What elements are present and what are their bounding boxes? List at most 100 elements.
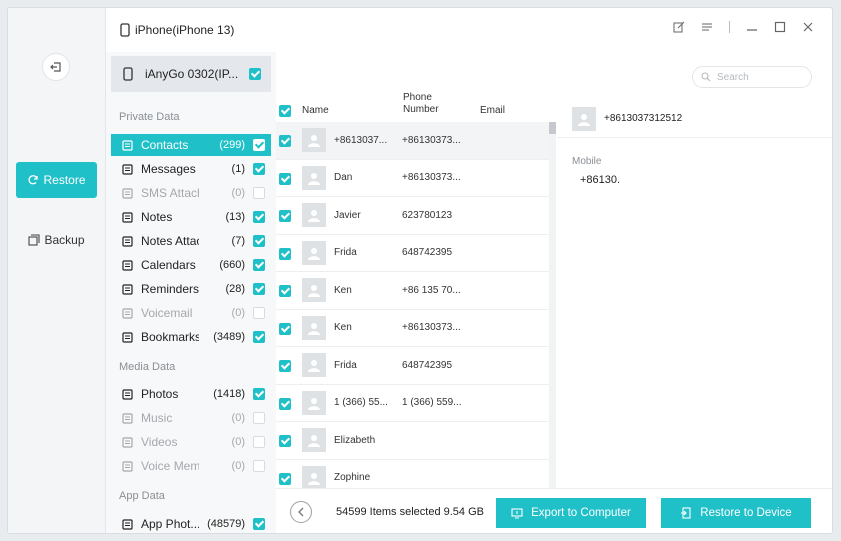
select-all-checkbox[interactable]: [279, 105, 291, 117]
row-checkbox[interactable]: [279, 472, 291, 485]
row-checkbox[interactable]: [279, 247, 291, 260]
category-checkbox[interactable]: [253, 211, 265, 223]
export-icon: [511, 508, 523, 519]
scrollbar-thumb[interactable]: [549, 122, 556, 134]
contact-row[interactable]: +8613037... +86130373...: [276, 122, 550, 160]
contact-row[interactable]: Ken +86130373...: [276, 310, 550, 347]
contact-row[interactable]: 1 (366) 55... 1 (366) 559...: [276, 385, 550, 422]
category-checkbox[interactable]: [253, 139, 265, 151]
category-item[interactable]: Messages (1): [111, 158, 271, 180]
category-checkbox[interactable]: [253, 259, 265, 271]
export-to-computer-button[interactable]: Export to Computer: [496, 498, 646, 528]
category-count: (13): [225, 211, 245, 223]
maximize-icon[interactable]: [774, 21, 786, 33]
category-checkbox[interactable]: [253, 388, 265, 400]
person-icon: [308, 210, 320, 222]
contact-row[interactable]: Javier 623780123: [276, 197, 550, 235]
category-checkbox[interactable]: [253, 460, 265, 472]
category-checkbox[interactable]: [253, 436, 265, 448]
voicemail-icon: [121, 307, 133, 319]
category-item[interactable]: Photos (1418): [111, 383, 271, 405]
category-item[interactable]: Calendars (660): [111, 254, 271, 276]
category-item[interactable]: Voicemail (0): [111, 302, 271, 324]
list-header: Name Phone Number Email: [276, 92, 556, 124]
row-checkbox[interactable]: [279, 360, 291, 372]
category-name: Contacts: [141, 138, 189, 152]
row-checkbox[interactable]: [279, 172, 291, 185]
category-item[interactable]: App Phot... (48579): [111, 513, 271, 533]
category-checkbox[interactable]: [253, 331, 265, 343]
category-checkbox[interactable]: [253, 307, 265, 319]
back-button[interactable]: [42, 53, 70, 81]
category-item[interactable]: Bookmarks (3489): [111, 326, 271, 348]
contact-row[interactable]: Frida 648742395: [276, 235, 550, 272]
category-checkbox[interactable]: [253, 283, 265, 295]
category-checkbox[interactable]: [253, 412, 265, 424]
contacts-icon: [121, 139, 133, 151]
device-title: iPhone(iPhone 13): [120, 23, 234, 37]
category-name: Calendars: [141, 258, 196, 272]
contact-row[interactable]: Ken +86 135 70...: [276, 272, 550, 310]
backup-mode-button[interactable]: Backup: [16, 222, 97, 258]
contact-phone: +86130373...: [402, 172, 461, 184]
feedback-icon[interactable]: [673, 21, 685, 33]
category-name: Messages: [141, 162, 196, 176]
close-icon[interactable]: [802, 21, 814, 33]
column-header-phone[interactable]: Phone Number: [403, 92, 439, 116]
device-title-text: iPhone(iPhone 13): [135, 23, 235, 37]
category-count: (660): [219, 259, 245, 271]
contact-phone: 623780123: [402, 209, 453, 221]
avatar: [302, 240, 326, 265]
column-header-email[interactable]: Email: [480, 105, 505, 116]
search-input[interactable]: [717, 71, 797, 83]
category-checkbox[interactable]: [253, 187, 265, 199]
device-select-all-checkbox[interactable]: [249, 68, 261, 80]
contact-row[interactable]: Elizabeth: [276, 422, 550, 460]
category-item[interactable]: Notes Attach... (7): [111, 230, 271, 252]
category-checkbox[interactable]: [253, 518, 265, 530]
avatar: [572, 106, 596, 131]
row-checkbox[interactable]: [279, 285, 291, 297]
row-checkbox[interactable]: [279, 210, 291, 222]
contact-row[interactable]: Frida 648742395: [276, 347, 550, 385]
previous-button[interactable]: [290, 501, 312, 523]
category-item[interactable]: Voice Memos (0): [111, 455, 271, 477]
controls-divider: [729, 21, 730, 33]
restore-button-label: Restore to Device: [700, 507, 792, 519]
restore-mode-button[interactable]: Restore: [16, 162, 97, 198]
category-checkbox[interactable]: [253, 163, 265, 175]
row-checkbox[interactable]: [279, 397, 291, 410]
row-checkbox[interactable]: [279, 322, 291, 335]
menu-icon[interactable]: [701, 21, 713, 33]
detail-header: +8613037312512: [557, 100, 832, 138]
section-app-data: App Data: [119, 490, 165, 502]
restore-to-device-button[interactable]: Restore to Device: [661, 498, 811, 528]
contact-name: Frida: [334, 247, 357, 259]
mode-rail: Restore Backup: [8, 8, 106, 533]
category-item[interactable]: Reminders (28): [111, 278, 271, 300]
category-count: (0): [231, 412, 245, 424]
row-checkbox[interactable]: [279, 435, 291, 447]
column-header-name[interactable]: Name: [302, 105, 329, 116]
category-item[interactable]: Videos (0): [111, 431, 271, 453]
category-item[interactable]: SMS Attachm... (0): [111, 182, 271, 204]
minimize-icon[interactable]: [746, 21, 758, 33]
category-count: (1): [231, 163, 245, 175]
category-name: Notes Attach...: [141, 234, 199, 248]
list-scrollbar[interactable]: [549, 122, 556, 492]
person-icon: [308, 322, 320, 335]
person-icon: [308, 285, 320, 297]
category-checkbox[interactable]: [253, 235, 265, 247]
search-box[interactable]: [692, 66, 812, 88]
category-item[interactable]: Music (0): [111, 407, 271, 429]
contact-row[interactable]: Dan +86130373...: [276, 160, 550, 197]
device-selector[interactable]: iAnyGo 0302(IP...: [111, 56, 271, 92]
category-item[interactable]: Notes (13): [111, 206, 271, 228]
contact-name: Frida: [334, 359, 357, 371]
category-name: Music: [141, 411, 173, 425]
person-icon: [308, 435, 320, 447]
category-item[interactable]: Contacts (299): [111, 134, 271, 156]
row-checkbox[interactable]: [279, 135, 291, 147]
detail-field-label: Mobile: [572, 156, 602, 167]
device-chip-label: iAnyGo 0302(IP...: [145, 67, 239, 81]
